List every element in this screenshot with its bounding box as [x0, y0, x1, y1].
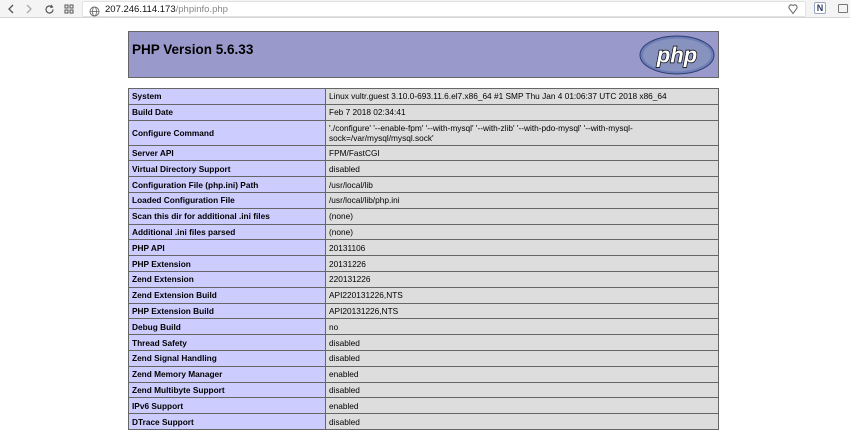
- row-key: IPv6 Support: [128, 397, 326, 415]
- row-key: PHP Extension: [128, 255, 326, 272]
- row-value: (none): [325, 207, 719, 225]
- row-key: Configure Command: [128, 119, 326, 146]
- table-row: Zend Memory Manager enabled: [128, 365, 719, 383]
- row-value: API20131226,NTS: [325, 302, 719, 320]
- apps-grid-icon[interactable]: [62, 2, 76, 16]
- php-logo-text: php: [656, 43, 697, 68]
- row-key: Zend Extension: [128, 270, 326, 288]
- window-icon[interactable]: [838, 4, 848, 13]
- row-value: Linux vultr.guest 3.10.0-693.11.6.el7.x8…: [325, 88, 719, 105]
- bookmark-star-icon[interactable]: [787, 3, 799, 21]
- page-title: PHP Version 5.6.33: [132, 42, 254, 57]
- php-logo-icon: php: [639, 35, 715, 80]
- table-row: PHP API 20131106: [128, 239, 719, 257]
- row-value: disabled: [325, 381, 719, 399]
- row-value: enabled: [325, 397, 719, 415]
- url-path: /phpinfo.php: [175, 4, 228, 15]
- browser-toolbar: 207.246.114.173/phpinfo.php N: [0, 0, 850, 18]
- row-key: Scan this dir for additional .ini files: [128, 207, 326, 225]
- row-key: Zend Extension Build: [128, 286, 326, 304]
- table-row: IPv6 Support enabled: [128, 397, 719, 415]
- row-key: Debug Build: [128, 318, 326, 336]
- table-row: Configure Command './configure' '--enable…: [128, 119, 719, 146]
- globe-icon: [89, 4, 100, 22]
- row-key: Loaded Configuration File: [128, 191, 326, 209]
- row-value: API220131226,NTS: [325, 286, 719, 304]
- table-row: PHP Extension Build API20131226,NTS: [128, 302, 719, 320]
- table-row: Debug Build no: [128, 318, 719, 336]
- row-value: /usr/local/lib/php.ini: [325, 191, 719, 209]
- row-key: Build Date: [128, 103, 326, 121]
- table-row: Thread Safety disabled: [128, 334, 719, 351]
- table-row: Scan this dir for additional .ini files(…: [128, 207, 719, 225]
- table-row: PHP Extension 20131226: [128, 255, 719, 272]
- row-key: Additional .ini files parsed: [128, 223, 326, 241]
- table-row: System Linux vultr.guest 3.10.0-693.11.6.…: [128, 88, 719, 105]
- row-value: Feb 7 2018 02:34:41: [325, 103, 719, 121]
- row-key: DTrace Support: [128, 413, 326, 430]
- row-key: PHP API: [128, 239, 326, 257]
- table-row: Zend Extension 220131226: [128, 270, 719, 288]
- row-key: Thread Safety: [128, 334, 326, 351]
- table-row: Zend Signal Handling disabled: [128, 349, 719, 367]
- row-key: System: [128, 88, 326, 105]
- table-row: Loaded Configuration File/usr/local/lib/…: [128, 191, 719, 209]
- row-value: no: [325, 318, 719, 336]
- row-value: disabled: [325, 349, 719, 367]
- back-icon[interactable]: [4, 2, 18, 16]
- table-row: Build Date Feb 7 2018 02:34:41: [128, 103, 719, 121]
- row-value: disabled: [325, 160, 719, 178]
- table-row: Zend Multibyte Support disabled: [128, 381, 719, 399]
- table-row: Server API FPM/FastCGI: [128, 144, 719, 162]
- row-value: './configure' '--enable-fpm' '--with-mys…: [325, 119, 719, 146]
- row-key: Zend Multibyte Support: [128, 381, 326, 399]
- row-key: Zend Signal Handling: [128, 349, 326, 367]
- table-row: Virtual Directory Support disabled: [128, 160, 719, 178]
- row-value: 20131106: [325, 239, 719, 257]
- row-value: FPM/FastCGI: [325, 144, 719, 162]
- row-value: /usr/local/lib: [325, 176, 719, 193]
- table-row: Zend Extension Build API220131226,NTS: [128, 286, 719, 304]
- url-host: 207.246.114.173: [105, 4, 176, 15]
- url-text[interactable]: 207.246.114.173/phpinfo.php: [105, 3, 228, 16]
- row-key: PHP Extension Build: [128, 302, 326, 320]
- php-info-table: System Linux vultr.guest 3.10.0-693.11.6.…: [128, 88, 719, 430]
- forward-icon[interactable]: [22, 2, 36, 16]
- row-value: disabled: [325, 413, 719, 430]
- phpinfo-page: PHP Version 5.6.33 php System Linux vultr…: [128, 31, 719, 430]
- table-row: Additional .ini files parsed (none): [128, 223, 719, 241]
- address-bar[interactable]: 207.246.114.173/phpinfo.php: [82, 1, 806, 17]
- row-key: Virtual Directory Support: [128, 160, 326, 178]
- extension-n-icon[interactable]: N: [814, 2, 826, 14]
- row-value: 220131226: [325, 270, 719, 288]
- row-value: enabled: [325, 365, 719, 383]
- row-key: Server API: [128, 144, 326, 162]
- reload-icon[interactable]: [42, 2, 56, 16]
- table-row: Configuration File (php.ini) Path/usr/lo…: [128, 176, 719, 193]
- php-version-header: PHP Version 5.6.33 php: [128, 31, 719, 78]
- row-key: Configuration File (php.ini) Path: [128, 176, 326, 193]
- row-value: 20131226: [325, 255, 719, 272]
- row-value: (none): [325, 223, 719, 241]
- table-row: DTrace Support disabled: [128, 413, 719, 430]
- row-value: disabled: [325, 334, 719, 351]
- row-key: Zend Memory Manager: [128, 365, 326, 383]
